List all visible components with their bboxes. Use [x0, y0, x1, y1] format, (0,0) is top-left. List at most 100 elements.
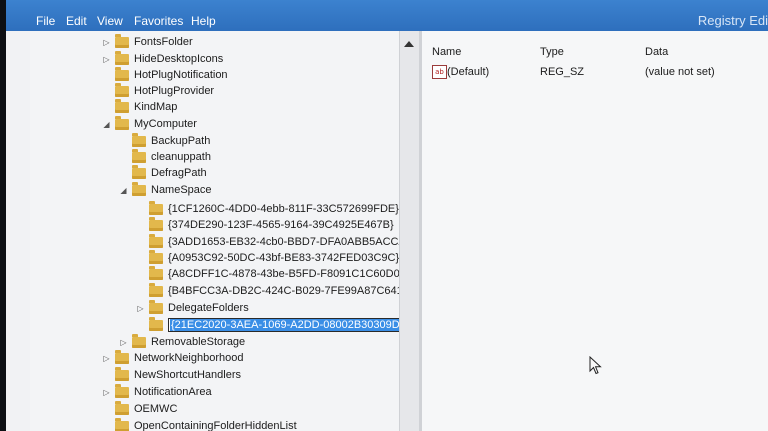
menu-view[interactable]: View [97, 13, 123, 29]
menu-help[interactable]: Help [191, 13, 216, 29]
folder-icon [149, 249, 163, 264]
menu-favorites[interactable]: Favorites [134, 13, 183, 29]
tree-node-label: {374DE290-123F-4565-9164-39C4925E467B} [168, 219, 394, 231]
screen: File Edit View Favorites Help Registry E… [6, 0, 768, 431]
expand-icon [119, 165, 128, 181]
scroll-up-arrow-icon[interactable] [404, 41, 414, 47]
tree-node-delegatefolders[interactable]: ▷ DelegateFolders [136, 299, 249, 316]
expand-icon [119, 149, 128, 165]
tree-node-hidedesktopicons[interactable]: ▷ HideDesktopIcons [102, 50, 224, 67]
expand-icon [136, 317, 145, 333]
tree-node-label: NameSpace [151, 184, 212, 196]
tree-node-label: HotPlugProvider [134, 85, 215, 97]
folder-icon [115, 383, 129, 398]
rename-input[interactable]: {21EC2020-3AEA-1069-A2DD-08002B30309D} [168, 318, 407, 332]
folder-icon [149, 265, 163, 280]
tree-node-label: DefragPath [151, 167, 207, 179]
folder-icon [149, 316, 163, 331]
value-name[interactable]: (Default) [447, 66, 489, 78]
column-header-data[interactable]: Data [645, 46, 668, 58]
tree-node-kindmap[interactable]: KindMap [102, 98, 178, 115]
tree-node-cleanuppath[interactable]: cleanuppath [119, 148, 211, 165]
tree-node-removablestorage[interactable]: ▷ RemovableStorage [119, 333, 246, 350]
tree-scrollbar[interactable] [399, 31, 420, 431]
tree-node-label: {3ADD1653-EB32-4cb0-BBD7-DFA0ABB5ACCA} [168, 236, 410, 248]
expand-icon [102, 83, 111, 99]
tree-node-label: KindMap [134, 101, 178, 113]
tree-node-mycomputer[interactable]: ◢ MyComputer [102, 115, 197, 132]
expand-icon [136, 217, 145, 233]
folder-icon [149, 233, 163, 248]
expand-icon [102, 401, 111, 417]
tree-node-label: FontsFolder [134, 36, 193, 48]
expand-icon [119, 133, 128, 149]
column-header-type[interactable]: Type [540, 46, 564, 58]
value-data: (value not set) [645, 66, 715, 78]
tree-node-backuppath[interactable]: BackupPath [119, 132, 211, 149]
folder-icon [115, 66, 129, 81]
tree-node-namespace[interactable]: ◢ NameSpace [119, 181, 212, 198]
tree-node-newshortcuthandlers[interactable]: NewShortcutHandlers [102, 366, 241, 383]
tree-node-fontsfolder[interactable]: ▷ FontsFolder [102, 33, 193, 50]
tree-node-hotplugnotification[interactable]: HotPlugNotification [102, 66, 228, 83]
column-header-name[interactable]: Name [432, 46, 461, 58]
tree-node-opencontainingfolderhiddenlist[interactable]: OpenContainingFolderHiddenList [102, 417, 297, 431]
folder-icon [149, 200, 163, 215]
collapse-icon[interactable]: ◢ [102, 116, 111, 132]
expand-icon [136, 250, 145, 266]
collapse-icon[interactable]: ◢ [119, 182, 128, 198]
tree-node-label: HotPlugNotification [134, 69, 228, 81]
tree-node-rename-selected[interactable]: {21EC2020-3AEA-1069-A2DD-08002B30309D} [136, 316, 407, 333]
tree-node-guid-6[interactable]: {B4BFCC3A-DB2C-424C-B029-7FE99A87C641} [136, 282, 407, 299]
menu-edit[interactable]: Edit [66, 13, 87, 29]
folder-icon [115, 349, 129, 364]
folder-icon [132, 333, 146, 348]
expand-icon[interactable]: ▷ [102, 34, 111, 50]
tree-node-networkneighborhood[interactable]: ▷ NetworkNeighborhood [102, 349, 244, 366]
expand-icon[interactable]: ▷ [136, 300, 145, 316]
tree-node-label: {A0953C92-50DC-43bf-BE83-3742FED03C9C} [168, 252, 400, 264]
value-type: REG_SZ [540, 66, 585, 78]
tree-node-label: HideDesktopIcons [134, 53, 224, 65]
expand-icon[interactable]: ▷ [102, 384, 111, 400]
folder-icon [149, 282, 163, 297]
window-title: Registry Edi [697, 13, 768, 28]
tree-node-label: NetworkNeighborhood [134, 352, 244, 364]
tree-node-oemwc[interactable]: OEMWC [102, 400, 178, 417]
tree-node-hotplugprovider[interactable]: HotPlugProvider [102, 82, 215, 99]
tree-node-label: OEMWC [134, 403, 178, 415]
tree-node-label: MyComputer [134, 118, 197, 130]
tree-node-defragpath[interactable]: DefragPath [119, 164, 207, 181]
expand-icon[interactable]: ▷ [102, 350, 111, 366]
tree-node-guid-2[interactable]: {374DE290-123F-4565-9164-39C4925E467B} [136, 216, 394, 233]
expand-icon [136, 234, 145, 250]
folder-icon [115, 400, 129, 415]
expand-icon[interactable]: ▷ [119, 334, 128, 350]
expand-icon [136, 283, 145, 299]
tree-node-guid-5[interactable]: {A8CDFF1C-4878-43be-B5FD-F8091C1C60D0} [136, 265, 403, 282]
menu-file[interactable]: File [36, 13, 55, 29]
expand-icon [136, 201, 145, 217]
folder-icon [115, 115, 129, 130]
folder-icon [115, 98, 129, 113]
folder-icon [115, 82, 129, 97]
tree-node-guid-3[interactable]: {3ADD1653-EB32-4cb0-BBD7-DFA0ABB5ACCA} [136, 233, 410, 250]
folder-icon [149, 216, 163, 231]
expand-icon [102, 367, 111, 383]
tree-node-label: DelegateFolders [168, 302, 249, 314]
folder-icon [132, 181, 146, 196]
tree-node-notificationarea[interactable]: ▷ NotificationArea [102, 383, 212, 400]
tree-node-label: OpenContainingFolderHiddenList [134, 420, 297, 431]
tree-node-label: {B4BFCC3A-DB2C-424C-B029-7FE99A87C641} [168, 285, 407, 297]
folder-icon [115, 417, 129, 431]
tree-node-guid-1[interactable]: {1CF1260C-4DD0-4ebb-811F-33C572699FDE} [136, 200, 399, 217]
tree-node-guid-4[interactable]: {A0953C92-50DC-43bf-BE83-3742FED03C9C} [136, 249, 400, 266]
rename-input-text[interactable]: {21EC2020-3AEA-1069-A2DD-08002B30309D} [170, 319, 405, 331]
tree-node-label: BackupPath [151, 135, 211, 147]
registry-tree: ▷ FontsFolder ▷ HideDesktopIcons HotPlugNo… [30, 31, 423, 431]
expand-icon[interactable]: ▷ [102, 51, 111, 67]
folder-icon [132, 164, 146, 179]
folder-icon [132, 148, 146, 163]
folder-icon [132, 132, 146, 147]
tree-node-label: RemovableStorage [151, 336, 246, 348]
